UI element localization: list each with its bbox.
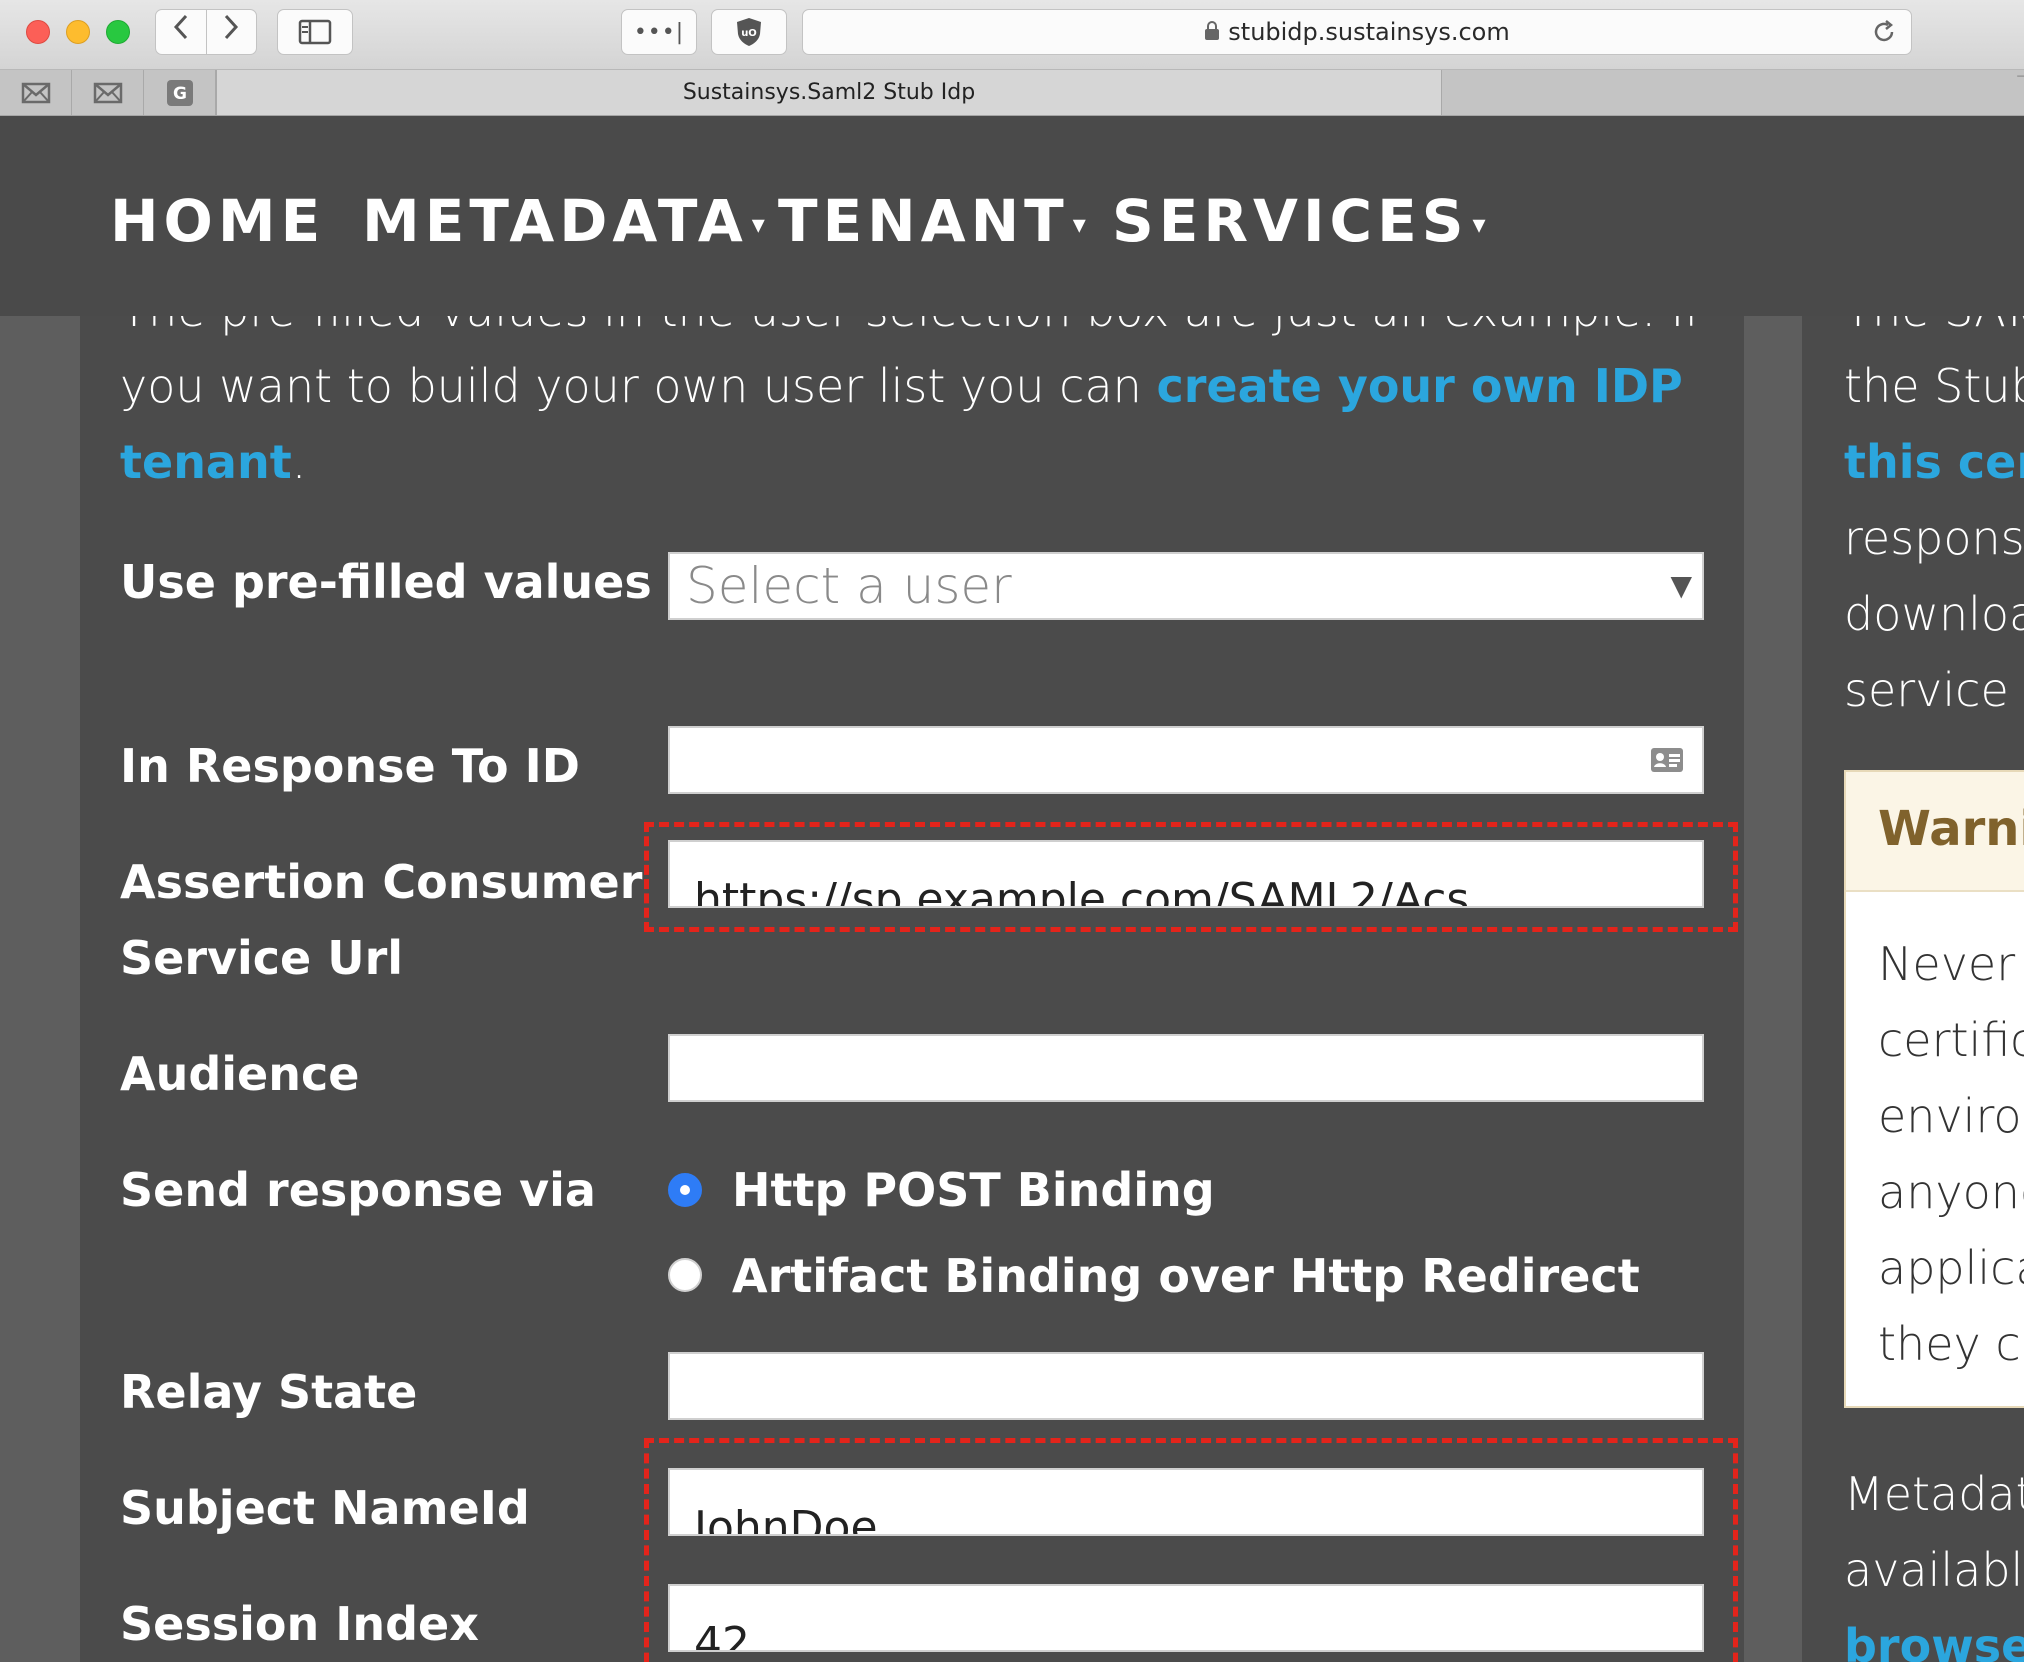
subject-nameid-input[interactable]: JohnDoe <box>668 1468 1704 1536</box>
maximize-window-button[interactable] <box>106 20 130 44</box>
binding-artifact-label[interactable]: Artifact Binding over Http Redirect <box>732 1238 1640 1314</box>
caret-down-icon: ▼ <box>1670 569 1692 602</box>
tab-sustainsys-stub-idp[interactable]: Sustainsys.Saml2 Stub Idp <box>216 70 1442 115</box>
user-select[interactable]: Select a user ▼ <box>668 552 1704 620</box>
address-text-row: stubidp.sustainsys.com <box>803 10 1911 54</box>
subject-nameid-label: Subject NameId <box>120 1481 530 1535</box>
nav-tenant[interactable]: TENANT ▾ <box>778 186 1086 268</box>
pinned-tab-google[interactable]: G <box>144 70 216 115</box>
acs-url-value: https://sp.example.com/SAML2/Acs <box>694 874 1470 908</box>
session-index-label: Session Index <box>120 1597 479 1651</box>
side-line-5: downloa <box>1844 587 2024 641</box>
reload-icon[interactable] <box>1871 19 1897 45</box>
warning-line-3: environ <box>1878 1089 2024 1143</box>
extensions-button[interactable]: •••| <box>621 9 697 55</box>
pinned-tab-mail-2[interactable] <box>72 70 144 115</box>
warning-line-5: applica <box>1878 1241 2024 1295</box>
browser-toolbar: •••| uO stubidp.sustainsys.com <box>0 0 2024 70</box>
binding-post-radio[interactable] <box>668 1173 702 1207</box>
warning-line-1: Never t <box>1878 937 2024 991</box>
minimize-window-button[interactable] <box>66 20 90 44</box>
forward-button[interactable] <box>207 10 257 54</box>
side-line-2: the Stub <box>1844 359 2024 413</box>
warning-line-4: anyone <box>1878 1165 2024 1219</box>
session-index-input[interactable]: 42 <box>668 1584 1704 1652</box>
sidebar-toggle-button[interactable] <box>277 9 353 55</box>
acs-label-line-1: Assertion Consumer <box>120 855 643 909</box>
intro-line-1: The pre-filled values in the user select… <box>120 316 1720 348</box>
response-form-panel: The pre-filled values in the user select… <box>80 316 1744 1662</box>
svg-text:uO: uO <box>741 28 757 39</box>
intro-line-3: tenant. <box>120 424 1720 500</box>
nav-metadata[interactable]: METADATA ▾ <box>362 186 765 268</box>
sidebar-icon <box>298 19 332 45</box>
info-side-panel: The SAML the Stub this cert respons down… <box>1802 316 2024 1662</box>
binding-post-label[interactable]: Http POST Binding <box>732 1152 1215 1228</box>
svg-text:G: G <box>173 84 187 104</box>
warning-box: Warnin Never t certific environ anyone a… <box>1844 770 2024 1408</box>
mail-icon <box>21 82 50 103</box>
nav-services[interactable]: SERVICES ▾ <box>1112 186 1486 268</box>
nav-home[interactable]: HOME <box>110 186 325 256</box>
send-via-label: Send response via <box>120 1163 596 1217</box>
audience-label: Audience <box>120 1047 360 1101</box>
ublock-button[interactable]: uO <box>711 9 787 55</box>
url-text: stubidp.sustainsys.com <box>1228 18 1510 46</box>
acs-label-line-2: Service Url <box>120 931 404 985</box>
create-tenant-link-continued[interactable]: tenant <box>120 435 292 489</box>
intro-line-2: you want to build your own user list you… <box>120 348 1720 424</box>
site-navigation: HOME METADATA ▾ TENANT ▾ SERVICES ▾ <box>0 116 2024 316</box>
back-forward-group <box>155 9 257 55</box>
prefilled-label: Use pre-filled values <box>120 555 652 609</box>
side-line-4: respons <box>1844 511 2024 565</box>
lock-icon <box>1205 21 1220 40</box>
close-window-button[interactable] <box>26 20 50 44</box>
user-select-placeholder: Select a user <box>686 557 1012 615</box>
metadata-line-1: Metadat <box>1844 1467 2024 1521</box>
metadata-line-2: available <box>1844 1543 2024 1597</box>
side-line-6: service p <box>1844 663 2024 717</box>
binding-artifact-radio[interactable] <box>668 1258 702 1292</box>
in-response-to-label: In Response To ID <box>120 739 580 793</box>
back-button[interactable] <box>156 10 206 54</box>
tab-overflow-edge: ⁻ <box>2016 69 2024 90</box>
in-response-to-input[interactable] <box>668 726 1704 794</box>
contact-card-icon <box>1651 748 1683 772</box>
tab-bar: G Sustainsys.Saml2 Stub Idp ⁻ <box>0 70 2024 116</box>
pinned-tab-mail-1[interactable] <box>0 70 72 115</box>
google-icon: G <box>166 79 193 106</box>
chevron-down-icon: ▾ <box>1072 210 1086 240</box>
subject-nameid-value: JohnDoe <box>694 1502 878 1536</box>
warning-line-2: certific <box>1878 1013 2024 1067</box>
side-line-1: The SAML <box>1844 316 2024 348</box>
warning-line-6: they ch <box>1878 1317 2024 1371</box>
chevron-left-icon <box>173 14 187 40</box>
intro-text: you want to build your own user list you… <box>120 359 1157 413</box>
warning-title: Warnin <box>1878 801 2024 857</box>
chevron-down-icon: ▾ <box>751 210 765 240</box>
audience-input[interactable] <box>668 1034 1704 1102</box>
session-index-value: 42 <box>694 1618 750 1652</box>
nav-tenant-label: TENANT <box>778 187 1069 255</box>
chevron-right-icon <box>225 14 239 40</box>
address-bar[interactable]: stubidp.sustainsys.com <box>802 9 1912 55</box>
nav-metadata-label: METADATA <box>362 187 748 255</box>
mail-icon <box>93 82 122 103</box>
relay-state-input[interactable] <box>668 1352 1704 1420</box>
nav-services-label: SERVICES <box>1112 187 1469 255</box>
nav-home-label: HOME <box>110 187 326 255</box>
warning-header: Warnin <box>1846 772 2024 892</box>
intro-period: . <box>291 435 307 489</box>
relay-state-label: Relay State <box>120 1365 418 1419</box>
chevron-down-icon: ▾ <box>1472 210 1486 240</box>
create-tenant-link[interactable]: create your own IDP <box>1156 359 1682 413</box>
more-dots-icon: •••| <box>633 19 685 45</box>
metadata-browser-link[interactable]: browser <box>1844 1608 2024 1662</box>
acs-url-input[interactable]: https://sp.example.com/SAML2/Acs <box>668 840 1704 908</box>
certificate-link[interactable]: this cert <box>1844 424 2024 500</box>
shield-icon: uO <box>737 18 761 46</box>
